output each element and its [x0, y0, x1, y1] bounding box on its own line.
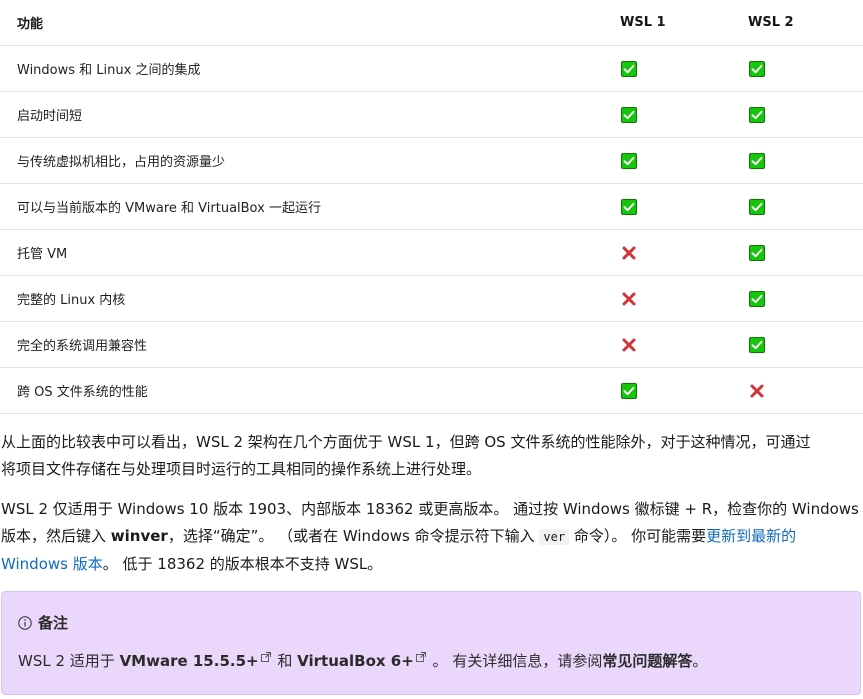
cross-icon — [750, 384, 764, 397]
note-title-label: 备注 — [38, 614, 69, 632]
note-text-d: 。 — [692, 652, 708, 670]
wsl2-cell — [748, 183, 863, 230]
table-row: 启动时间短 — [0, 91, 863, 138]
table-body: Windows 和 Linux 之间的集成 启动时间短 与传统虚拟机相比，占用的资源… — [0, 45, 863, 414]
comparison-paragraph: 从上面的比较表中可以看出，WSL 2 架构在几个方面优于 WSL 1，但跨 OS… — [1, 429, 861, 483]
paragraph1-line1: 从上面的比较表中可以看出，WSL 2 架构在几个方面优于 WSL 1，但跨 OS… — [1, 433, 811, 451]
table-header-row: 功能 WSL 1 WSL 2 — [0, 0, 863, 46]
note-body: WSL 2 适用于 VMware 15.5.5+ 和 VirtualBox 6+… — [18, 650, 707, 671]
wsl1-cell — [620, 183, 748, 230]
feature-cell: 完整的 Linux 内核 — [0, 275, 620, 322]
check-icon — [749, 106, 765, 123]
paragraph2-line2d: 命令）。 你可能需要 — [569, 527, 707, 545]
wsl1-cell — [620, 45, 748, 92]
check-icon — [621, 60, 637, 77]
wsl1-cell — [620, 367, 748, 414]
external-link-icon — [260, 652, 271, 662]
wsl1-cell — [620, 229, 748, 276]
feature-cell: 完全的系统调用兼容性 — [0, 321, 620, 368]
table-row: 完全的系统调用兼容性 — [0, 321, 863, 368]
feature-cell: 与传统虚拟机相比，占用的资源量少 — [0, 137, 620, 184]
feature-cell: 可以与当前版本的 VMware 和 VirtualBox 一起运行 — [0, 183, 620, 230]
cross-icon — [622, 338, 636, 351]
table-row: 可以与当前版本的 VMware 和 VirtualBox 一起运行 — [0, 183, 863, 230]
paragraph2-line2a: 版本，然后键入 — [1, 527, 111, 545]
table-row: 完整的 Linux 内核 — [0, 275, 863, 322]
ver-command-code: ver — [539, 529, 570, 545]
check-icon — [749, 290, 765, 307]
wsl1-cell — [620, 137, 748, 184]
check-icon — [749, 60, 765, 77]
note-box: 备注 WSL 2 适用于 VMware 15.5.5+ 和 VirtualBox… — [1, 591, 861, 695]
note-text-a: WSL 2 适用于 — [18, 652, 120, 670]
table-row: 与传统虚拟机相比，占用的资源量少 — [0, 137, 863, 184]
vmware-link[interactable]: VMware 15.5.5+ — [120, 652, 259, 670]
info-icon — [18, 615, 32, 630]
check-icon — [621, 152, 637, 169]
cross-icon — [622, 246, 636, 259]
paragraph2-line3: 。 低于 18362 的版本根本不支持 WSL。 — [102, 555, 383, 573]
header-feature: 功能 — [0, 0, 620, 46]
external-link-icon — [415, 652, 426, 662]
feature-cell: Windows 和 Linux 之间的集成 — [0, 45, 620, 92]
check-icon — [749, 336, 765, 353]
check-icon — [749, 198, 765, 215]
wsl1-cell — [620, 321, 748, 368]
note-text-c: 。 有关详细信息，请参阅 — [427, 652, 603, 670]
wsl1-cell — [620, 91, 748, 138]
wsl2-cell — [748, 91, 863, 138]
table-row: Windows 和 Linux 之间的集成 — [0, 45, 863, 92]
table-row: 跨 OS 文件系统的性能 — [0, 367, 863, 414]
check-icon — [749, 244, 765, 261]
update-link-part2: Windows 版本 — [1, 555, 103, 573]
wsl2-cell — [748, 137, 863, 184]
feature-cell: 启动时间短 — [0, 91, 620, 138]
virtualbox-link[interactable]: VirtualBox 6+ — [297, 652, 414, 670]
wsl2-cell — [748, 229, 863, 276]
wsl2-cell — [748, 321, 863, 368]
winver-command: winver — [110, 527, 168, 545]
wsl2-cell — [748, 45, 863, 92]
faq-link[interactable]: 常见问题解答 — [602, 652, 692, 670]
paragraph2-line1: WSL 2 仅适用于 Windows 10 版本 1903、内部版本 18362… — [1, 500, 859, 518]
check-icon — [621, 106, 637, 123]
check-icon — [621, 382, 637, 399]
table-row: 托管 VM — [0, 229, 863, 276]
wsl2-cell — [748, 275, 863, 322]
paragraph1-line2: 将项目文件存储在与处理项目时运行的工具相同的操作系统上进行处理。 — [1, 460, 482, 478]
wsl1-cell — [620, 275, 748, 322]
comparison-table: 功能 WSL 1 WSL 2 Windows 和 Linux 之间的集成 启动时间… — [0, 0, 863, 414]
check-icon — [621, 198, 637, 215]
feature-cell: 托管 VM — [0, 229, 620, 276]
cross-icon — [622, 292, 636, 305]
paragraph2-line2c: ，选择“确定”。 （或者在 Windows 命令提示符下输入 — [167, 527, 540, 545]
check-icon — [749, 152, 765, 169]
version-paragraph: WSL 2 仅适用于 Windows 10 版本 1903、内部版本 18362… — [1, 496, 861, 578]
feature-cell: 跨 OS 文件系统的性能 — [0, 367, 620, 414]
note-text-b: 和 — [272, 652, 298, 670]
update-link-part1: 更新到最新的 — [706, 527, 797, 545]
wsl2-cell — [748, 367, 863, 414]
header-wsl1: WSL 1 — [620, 0, 748, 46]
header-wsl2: WSL 2 — [748, 0, 863, 46]
note-title: 备注 — [18, 612, 68, 633]
